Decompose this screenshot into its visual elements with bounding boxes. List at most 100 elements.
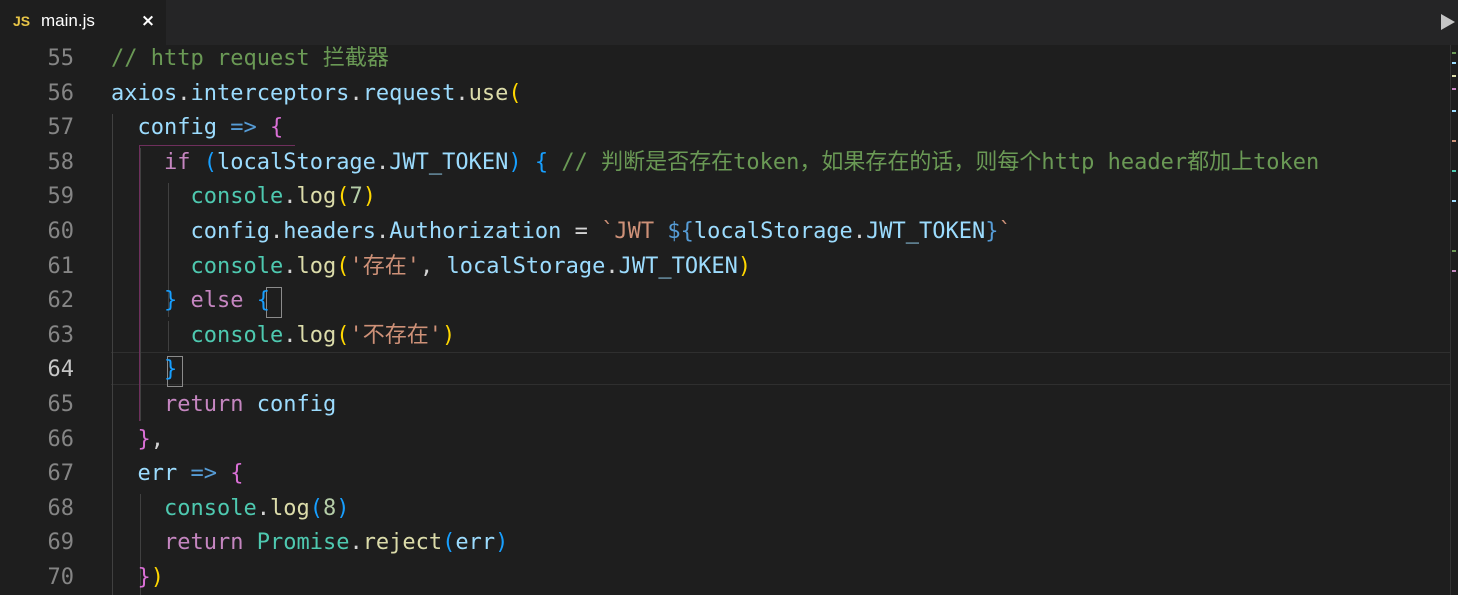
line-number: 63 <box>47 322 75 348</box>
code-token: use <box>468 80 509 106</box>
code-token: } <box>137 565 151 590</box>
tab-main-js[interactable]: JS main.js × <box>0 0 166 45</box>
code-line[interactable]: }, <box>111 423 1450 458</box>
code-line[interactable]: axios.interceptors.request.use( <box>111 77 1450 112</box>
code-token: log <box>296 253 337 279</box>
code-token: return <box>163 530 244 556</box>
code-token: . <box>283 322 297 348</box>
code-token: ( <box>336 253 350 279</box>
code-token: { <box>534 149 549 175</box>
line-number: 61 <box>47 253 75 279</box>
code-token: request <box>362 80 456 106</box>
code-line[interactable]: console.log('存在', localStorage.JWT_TOKEN… <box>111 250 1450 285</box>
code-line[interactable]: config => { <box>111 111 1450 146</box>
code-token: => <box>230 115 257 141</box>
line-number: 55 <box>47 46 75 71</box>
code-token: Promise <box>256 530 350 556</box>
minimap-mark <box>1452 200 1456 202</box>
code-line[interactable]: if (localStorage.JWT_TOKEN) { // 判断是否存在t… <box>111 146 1450 181</box>
code-token: localStorage <box>446 253 606 279</box>
tab-label: main.js <box>41 11 95 30</box>
code-line[interactable]: config.headers.Authorization = `JWT ${lo… <box>111 215 1450 250</box>
code-token: console <box>163 495 257 521</box>
code-editor[interactable]: 55 56 57 58 59 60 61 62 63 64 65 66 67 68 69 70 // http… <box>0 45 1450 595</box>
code-token: , <box>150 426 164 452</box>
vertical-scrollbar[interactable] <box>1450 45 1458 595</box>
line-number: 58 <box>47 149 75 175</box>
code-token: ${ <box>667 219 694 244</box>
minimap-mark <box>1452 270 1456 272</box>
code-token: err <box>137 461 178 487</box>
code-token: `JWT <box>601 219 668 244</box>
code-token: . <box>455 80 469 106</box>
code-token: err <box>455 530 496 556</box>
code-line[interactable]: }) <box>111 561 1450 595</box>
code-token: if <box>163 149 191 175</box>
code-line[interactable]: return config <box>111 388 1450 423</box>
code-line[interactable]: console.log('不存在') <box>111 319 1450 354</box>
code-token: log <box>296 322 337 348</box>
code-token: } <box>163 288 178 314</box>
code-token: '存在' <box>349 253 420 279</box>
code-token: ) <box>495 530 509 556</box>
code-line[interactable]: // http request 拦截器 <box>111 45 1450 77</box>
play-icon[interactable] <box>1438 12 1458 32</box>
editor-tab-bar: JS main.js × <box>0 0 1458 45</box>
code-token: console <box>190 253 284 279</box>
code-token: => <box>190 461 218 487</box>
line-number-gutter: 55 56 57 58 59 60 61 62 63 64 65 66 67 68 69 70 <box>0 45 96 595</box>
code-line[interactable]: } else { <box>111 284 1450 319</box>
minimap-mark <box>1452 52 1456 54</box>
code-line[interactable]: } <box>111 353 1450 388</box>
line-number: 67 <box>47 461 75 487</box>
code-line[interactable]: err => { <box>111 457 1450 492</box>
minimap-mark <box>1452 75 1456 77</box>
line-number: 68 <box>47 495 75 521</box>
minimap-mark <box>1452 250 1456 252</box>
code-token: . <box>256 495 270 521</box>
code-token: '不存在' <box>349 322 442 348</box>
code-token: . <box>375 149 390 175</box>
code-token: console <box>190 184 284 210</box>
code-token: Authorization <box>389 219 562 244</box>
code-token: . <box>283 253 297 279</box>
code-token: console <box>190 322 284 348</box>
code-line[interactable]: console.log(8) <box>111 492 1450 527</box>
code-token: . <box>349 530 363 556</box>
code-token: { <box>269 115 284 141</box>
code-token: = <box>561 219 602 244</box>
code-token: ) <box>508 149 522 175</box>
minimap-mark <box>1452 110 1456 112</box>
line-number: 59 <box>47 184 75 210</box>
code-line[interactable]: return Promise.reject(err) <box>111 526 1450 561</box>
code-line[interactable]: console.log(7) <box>111 180 1450 215</box>
code-token: axios <box>111 80 178 106</box>
code-token: ) <box>336 495 350 521</box>
code-token: log <box>296 184 337 210</box>
code-token: JWT_TOKEN <box>389 149 509 175</box>
minimap-mark <box>1452 170 1456 172</box>
code-token: . <box>375 219 390 244</box>
code-token: reject <box>362 530 443 556</box>
code-token: } <box>137 426 151 452</box>
code-token: } <box>163 357 178 383</box>
code-token: log <box>269 495 310 521</box>
close-icon[interactable]: × <box>138 10 158 32</box>
code-token: interceptors <box>190 80 350 106</box>
